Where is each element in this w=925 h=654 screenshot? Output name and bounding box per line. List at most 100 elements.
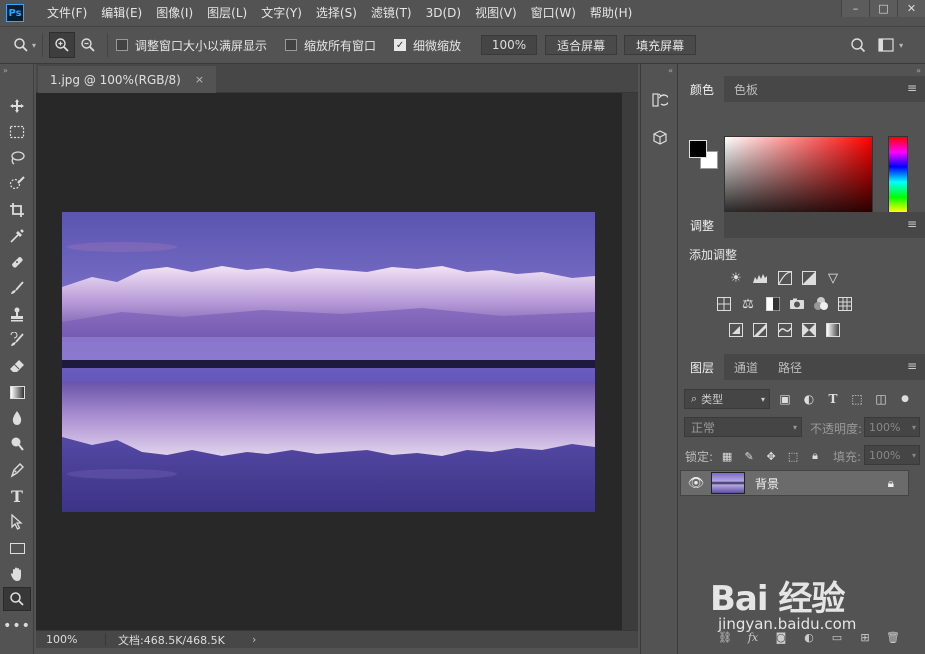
close-document-icon[interactable]: × xyxy=(195,73,204,86)
exposure-icon[interactable] xyxy=(800,269,818,287)
layer-filter-select[interactable]: ⌕ 类型 ▾ xyxy=(684,389,770,409)
document-image[interactable] xyxy=(62,212,595,512)
collapse-toolbar-icon[interactable]: » xyxy=(3,66,8,75)
canvas-area[interactable] xyxy=(36,93,622,630)
workspace-switcher-icon[interactable] xyxy=(873,32,899,58)
menu-help[interactable]: 帮助(H) xyxy=(583,0,639,26)
menu-select[interactable]: 选择(S) xyxy=(309,0,364,26)
fit-screen-button[interactable]: 适合屏幕 xyxy=(545,35,618,55)
color-lookup-icon[interactable] xyxy=(836,295,854,313)
scrubby-zoom-checkbox-box[interactable]: ✓ xyxy=(394,39,407,51)
document-tab[interactable]: 1.jpg @ 100%(RGB/8) × xyxy=(38,66,217,93)
blend-mode-select[interactable]: 正常 ▾ xyxy=(684,417,802,437)
menu-window[interactable]: 窗口(W) xyxy=(524,0,583,26)
resize-windows-checkbox[interactable]: 调整窗口大小以满屏显示 xyxy=(116,37,267,54)
posterize-icon[interactable] xyxy=(751,321,769,339)
minimize-button[interactable]: – xyxy=(841,0,869,17)
history-panel-icon[interactable] xyxy=(647,88,673,112)
search-icon[interactable] xyxy=(845,32,871,58)
menu-image[interactable]: 图像(I) xyxy=(149,0,200,26)
hue-saturation-icon[interactable] xyxy=(715,295,733,313)
lock-pixels-icon[interactable]: ✎ xyxy=(741,448,757,464)
layer-lock-icon[interactable]: 🔒︎ xyxy=(888,476,894,491)
tab-paths[interactable]: 路径 xyxy=(768,354,812,380)
history-brush-tool-icon[interactable] xyxy=(3,328,31,352)
menu-edit[interactable]: 编辑(E) xyxy=(94,0,149,26)
tab-adjustments[interactable]: 调整 xyxy=(680,212,725,238)
hand-tool-icon[interactable] xyxy=(3,562,31,586)
selective-color-icon[interactable] xyxy=(800,321,818,339)
type-tool-icon[interactable]: T xyxy=(3,484,31,508)
mask-icon[interactable]: ◙ xyxy=(771,628,791,646)
eraser-tool-icon[interactable] xyxy=(3,354,31,378)
zoom-in-icon[interactable] xyxy=(49,32,76,58)
lock-artboard-icon[interactable]: ⬚ xyxy=(785,448,801,464)
filter-toggle-icon[interactable]: ● xyxy=(896,390,914,408)
tool-preset-chevron-down-icon[interactable]: ▾ xyxy=(32,41,36,50)
menu-view[interactable]: 视图(V) xyxy=(468,0,524,26)
filter-type-icon[interactable]: T xyxy=(824,390,842,408)
3d-panel-icon[interactable] xyxy=(647,126,673,150)
opacity-field[interactable]: 100% ▾ xyxy=(864,417,920,437)
menu-filter[interactable]: 滤镜(T) xyxy=(364,0,419,26)
threshold-icon[interactable] xyxy=(776,321,794,339)
tab-layers[interactable]: 图层 xyxy=(680,354,725,380)
trash-icon[interactable]: 🗑︎ xyxy=(883,628,903,646)
filter-adjustment-icon[interactable]: ◐ xyxy=(800,390,818,408)
eyedropper-tool-icon[interactable] xyxy=(3,224,31,248)
vibrance-icon[interactable]: ▽ xyxy=(824,269,842,287)
clone-stamp-tool-icon[interactable] xyxy=(3,302,31,326)
lock-all-icon[interactable]: 🔒︎ xyxy=(807,448,823,464)
filter-smart-object-icon[interactable]: ◫ xyxy=(872,390,890,408)
path-selection-tool-icon[interactable] xyxy=(3,510,31,534)
foreground-color-swatch[interactable] xyxy=(689,140,707,158)
link-icon[interactable]: ⛓ xyxy=(715,628,735,646)
collapse-panels-icon[interactable]: » xyxy=(916,66,921,75)
status-zoom-field[interactable]: 100% xyxy=(36,633,106,646)
menu-layer[interactable]: 图层(L) xyxy=(200,0,254,26)
magnifier-icon[interactable] xyxy=(8,32,34,58)
brush-tool-icon[interactable] xyxy=(3,276,31,300)
zoom-tool-icon[interactable] xyxy=(3,587,31,611)
filter-shape-icon[interactable]: ⬚ xyxy=(848,390,866,408)
zoom-all-windows-checkbox[interactable]: 缩放所有窗口 xyxy=(285,37,376,54)
fill-field[interactable]: 100% ▾ xyxy=(864,445,920,465)
crop-tool-icon[interactable] xyxy=(3,198,31,222)
visibility-eye-icon[interactable]: 👁︎ xyxy=(681,476,711,491)
status-expand-icon[interactable]: › xyxy=(252,633,256,646)
zoom-percent-field[interactable]: 100% xyxy=(481,35,538,55)
invert-icon[interactable] xyxy=(727,321,745,339)
black-white-icon[interactable] xyxy=(764,295,782,313)
menu-type[interactable]: 文字(Y) xyxy=(254,0,309,26)
zoom-out-icon[interactable] xyxy=(75,32,101,58)
layer-row[interactable]: 👁︎ 背景 🔒︎ xyxy=(680,470,909,496)
scrubby-zoom-checkbox[interactable]: ✓ 细微缩放 xyxy=(394,37,461,54)
close-button[interactable]: ✕ xyxy=(897,0,925,17)
adjustments-panel-menu-icon[interactable]: ≡ xyxy=(907,218,917,230)
expand-dock-icon[interactable]: « xyxy=(668,66,673,75)
rectangle-tool-icon[interactable] xyxy=(3,536,31,560)
quick-selection-tool-icon[interactable] xyxy=(3,172,31,196)
levels-icon[interactable] xyxy=(751,269,769,287)
tab-channels[interactable]: 通道 xyxy=(724,354,768,380)
workspace-chevron-down-icon[interactable]: ▾ xyxy=(899,41,903,50)
photo-filter-icon[interactable] xyxy=(788,295,806,313)
filter-pixel-icon[interactable]: ▣ xyxy=(776,390,794,408)
gradient-map-icon[interactable] xyxy=(824,321,842,339)
lasso-tool-icon[interactable] xyxy=(3,146,31,170)
vertical-scrollbar[interactable] xyxy=(622,93,638,630)
menu-file[interactable]: 文件(F) xyxy=(40,0,94,26)
maximize-button[interactable]: □ xyxy=(869,0,897,17)
gradient-tool-icon[interactable] xyxy=(3,380,31,404)
new-layer-icon[interactable]: ⊞ xyxy=(855,628,875,646)
lock-transparent-icon[interactable]: ▦ xyxy=(719,448,735,464)
menu-3d[interactable]: 3D(D) xyxy=(419,0,468,26)
channel-mixer-icon[interactable] xyxy=(812,295,830,313)
marquee-tool-icon[interactable] xyxy=(3,120,31,144)
lock-position-icon[interactable]: ✥ xyxy=(763,448,779,464)
pen-tool-icon[interactable] xyxy=(3,458,31,482)
color-balance-icon[interactable]: ⚖ xyxy=(739,295,757,313)
fx-icon[interactable]: fx xyxy=(743,628,763,646)
group-icon[interactable]: ▭ xyxy=(827,628,847,646)
move-tool-icon[interactable] xyxy=(3,94,31,118)
